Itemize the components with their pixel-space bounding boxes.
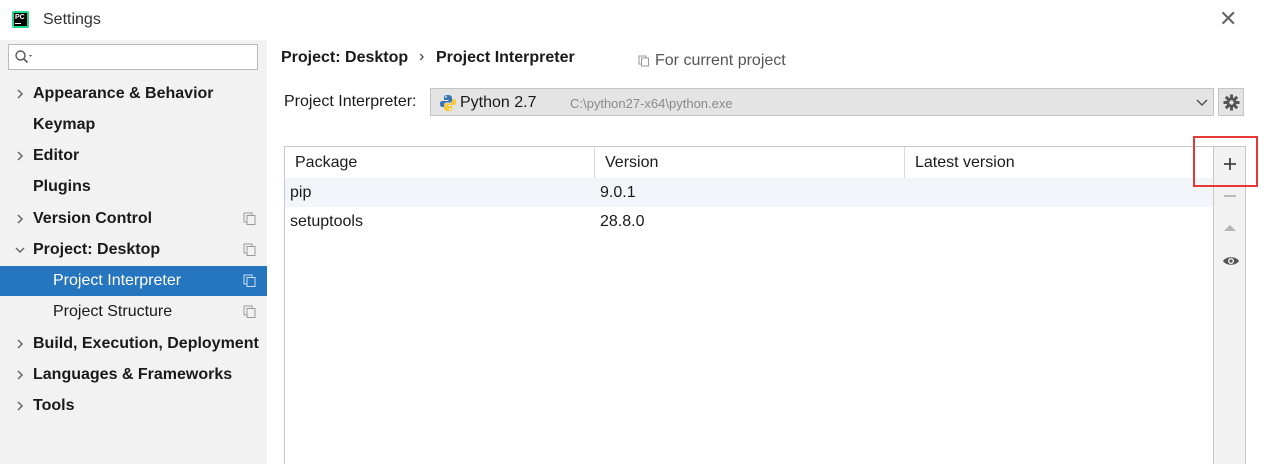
column-header-version[interactable]: Version — [605, 154, 658, 172]
packages-table: Package Version Latest version pip 9.0.1… — [284, 146, 1214, 464]
chevron-right-icon — [17, 370, 24, 380]
sidebar-item-tools[interactable]: Tools — [0, 391, 267, 421]
chevron-right-icon — [17, 89, 24, 99]
sidebar-item-label: Version Control — [33, 210, 153, 227]
show-early-releases-button[interactable] — [1214, 246, 1246, 274]
project-scope-icon — [243, 212, 256, 225]
packages-toolbar — [1214, 146, 1246, 464]
sidebar-item-project-interpreter[interactable]: Project Interpreter — [0, 266, 267, 296]
interpreter-dropdown[interactable]: Python 2.7 C:\python27-x64\python.exe — [430, 88, 1214, 116]
sidebar-item-label: Build, Execution, Deployment — [33, 335, 259, 352]
column-header-package[interactable]: Package — [295, 154, 357, 172]
sidebar-item-label: Plugins — [33, 178, 91, 195]
sidebar-item-plugins[interactable]: Plugins — [0, 172, 267, 202]
chevron-right-icon — [17, 151, 24, 161]
column-header-latest-version[interactable]: Latest version — [915, 154, 1015, 172]
sidebar-item-label: Keymap — [33, 116, 96, 133]
chevron-right-icon — [17, 401, 24, 411]
sidebar-item-label: Project: Desktop — [33, 241, 161, 258]
interpreter-path: C:\python27-x64\python.exe — [570, 96, 733, 111]
search-input[interactable] — [8, 44, 258, 70]
project-scope-icon — [243, 305, 256, 318]
sidebar-item-label: Languages & Frameworks — [33, 366, 233, 383]
gear-icon — [1223, 94, 1240, 111]
search-icon — [15, 50, 32, 64]
package-version: 28.8.0 — [600, 213, 645, 230]
chevron-right-icon — [17, 339, 24, 349]
project-scope-icon — [243, 243, 256, 256]
table-row[interactable]: pip 9.0.1 — [285, 178, 1213, 207]
sidebar-item-project-desktop[interactable]: Project: Desktop — [0, 235, 267, 265]
sidebar-item-languages-frameworks[interactable]: Languages & Frameworks — [0, 360, 267, 390]
close-icon[interactable]: ✕ — [1219, 8, 1237, 30]
interpreter-settings-button[interactable] — [1218, 88, 1244, 116]
project-scope-icon — [243, 274, 256, 287]
sidebar-item-editor[interactable]: Editor — [0, 141, 267, 171]
pycharm-logo-icon: PC — [12, 11, 29, 28]
annotation-highlight-box — [1193, 136, 1258, 187]
settings-sidebar: Appearance & Behavior Keymap Editor Plug… — [0, 40, 267, 464]
table-row[interactable]: setuptools 28.8.0 — [285, 207, 1213, 236]
sidebar-item-appearance-behavior[interactable]: Appearance & Behavior — [0, 79, 267, 109]
breadcrumb-parent: Project: Desktop — [281, 49, 409, 66]
sidebar-item-label: Tools — [33, 397, 75, 414]
sidebar-item-keymap[interactable]: Keymap — [0, 110, 267, 140]
title-bar: PC Settings ✕ — [0, 0, 1263, 40]
window-title: Settings — [43, 11, 101, 28]
python-icon — [440, 95, 456, 111]
eye-icon — [1223, 257, 1239, 265]
logo-text: PC — [15, 14, 25, 21]
package-name: setuptools — [290, 213, 363, 230]
package-version: 9.0.1 — [600, 184, 636, 201]
breadcrumb-current: Project Interpreter — [436, 49, 575, 66]
up-triangle-icon — [1224, 225, 1236, 231]
interpreter-label: Project Interpreter: — [284, 93, 417, 110]
column-divider — [594, 147, 595, 178]
column-divider — [904, 147, 905, 178]
settings-content: Project: Desktop › Project Interpreter F… — [267, 40, 1263, 464]
sidebar-item-project-structure[interactable]: Project Structure — [0, 297, 267, 327]
sidebar-item-label: Appearance & Behavior — [33, 85, 214, 102]
chevron-down-icon — [1196, 99, 1208, 107]
sidebar-item-label: Project Interpreter — [53, 272, 182, 289]
interpreter-name: Python 2.7 — [460, 94, 537, 111]
breadcrumb-separator: › — [419, 48, 425, 65]
sidebar-item-label: Project Structure — [53, 303, 173, 320]
project-scope-icon — [638, 55, 649, 67]
upgrade-package-button[interactable] — [1214, 213, 1246, 241]
minus-icon — [1224, 195, 1236, 197]
sidebar-item-build-execution-deployment[interactable]: Build, Execution, Deployment — [0, 329, 267, 359]
table-header: Package Version Latest version — [285, 147, 1213, 179]
chevron-down-icon — [15, 247, 25, 254]
package-name: pip — [290, 184, 312, 201]
sidebar-item-label: Editor — [33, 147, 80, 164]
chevron-right-icon — [17, 214, 24, 224]
sidebar-item-version-control[interactable]: Version Control — [0, 204, 267, 234]
scope-label: For current project — [655, 52, 786, 69]
